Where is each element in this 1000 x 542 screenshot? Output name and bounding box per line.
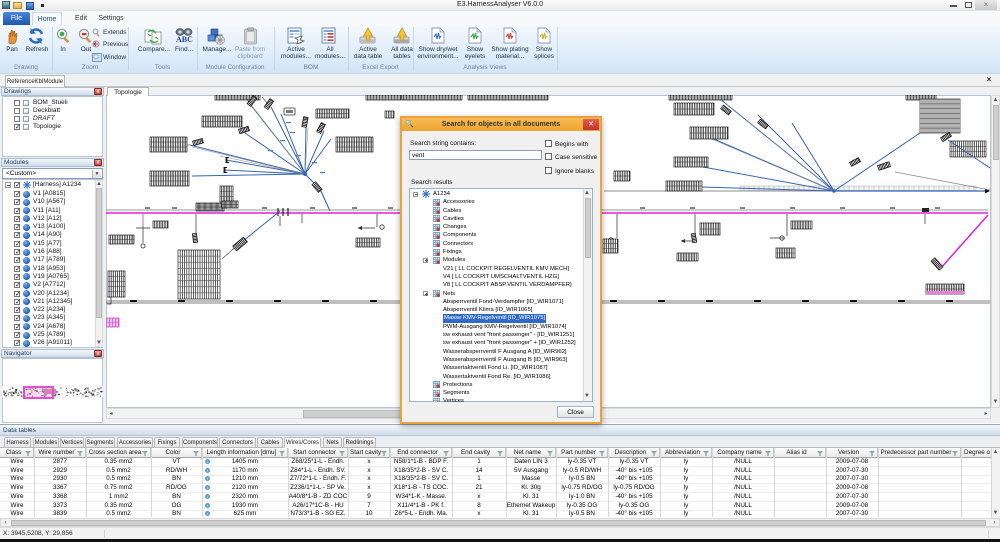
svg-text:ABC: ABC [176,35,193,44]
